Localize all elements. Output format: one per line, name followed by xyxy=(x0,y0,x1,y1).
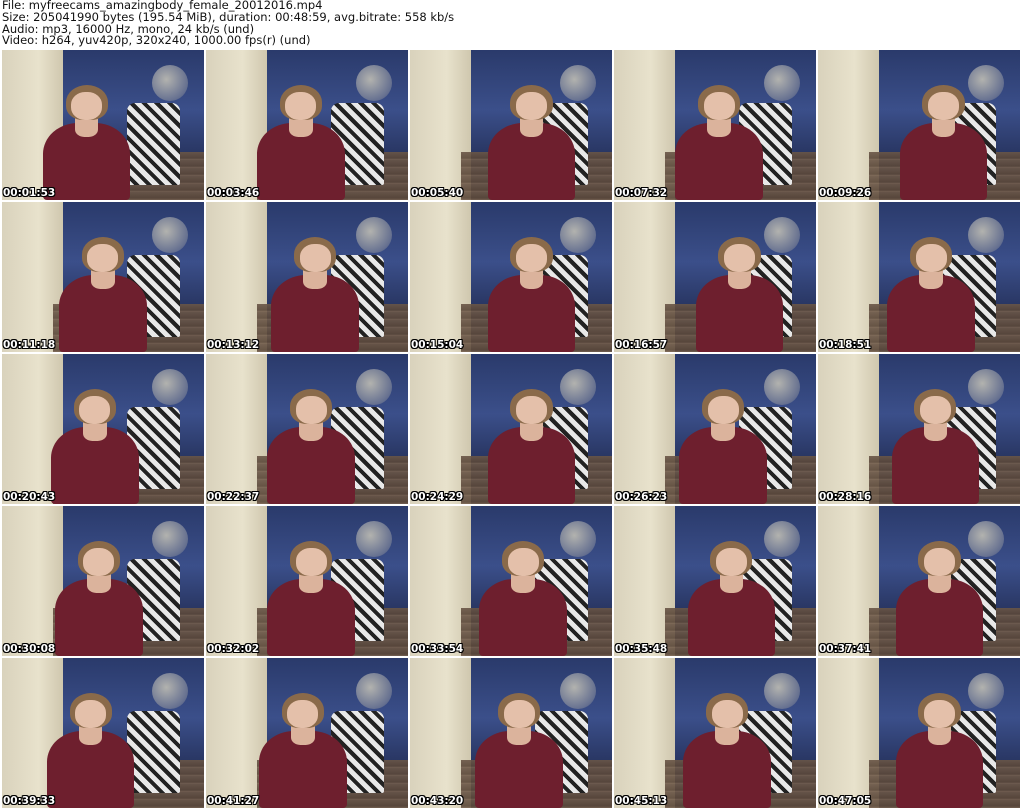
video-thumbnail: 00:11:18 xyxy=(2,202,204,352)
file-info-header: File: myfreecams_amazingbody_female_2001… xyxy=(2,0,1022,50)
person-figure xyxy=(895,83,992,200)
moon-tapestry xyxy=(763,65,800,101)
video-thumbnail: 00:41:27 xyxy=(206,658,408,808)
video-thumbnail: 00:05:40 xyxy=(410,50,612,200)
moon-tapestry xyxy=(355,673,392,709)
video-thumbnail: 00:24:29 xyxy=(410,354,612,504)
video-thumbnail: 00:16:57 xyxy=(614,202,816,352)
thumbnail-timestamp: 00:39:33 xyxy=(3,795,56,807)
thumbnail-timestamp: 00:18:51 xyxy=(819,339,872,351)
video-thumbnail: 00:28:16 xyxy=(818,354,1020,504)
thumbnail-timestamp: 00:22:37 xyxy=(207,491,260,503)
thumbnail-timestamp: 00:33:54 xyxy=(411,643,464,655)
person-figure xyxy=(483,83,580,200)
person-figure xyxy=(679,691,776,808)
thumbnail-timestamp: 00:05:40 xyxy=(411,187,464,199)
person-figure xyxy=(483,235,580,352)
thumbnail-timestamp: 00:11:18 xyxy=(3,339,56,351)
person-figure xyxy=(883,235,980,352)
thumbnail-timestamp: 00:28:16 xyxy=(819,491,872,503)
thumbnail-timestamp: 00:47:05 xyxy=(819,795,872,807)
video-thumbnail: 00:30:08 xyxy=(2,506,204,656)
moon-tapestry xyxy=(151,673,188,709)
person-figure xyxy=(887,387,984,504)
moon-tapestry xyxy=(355,369,392,405)
person-figure xyxy=(475,539,572,656)
person-figure xyxy=(42,691,139,808)
thumbnail-timestamp: 00:37:41 xyxy=(819,643,872,655)
thumbnail-timestamp: 00:13:12 xyxy=(207,339,260,351)
thumbnail-timestamp: 00:24:29 xyxy=(411,491,464,503)
moon-tapestry xyxy=(355,521,392,557)
person-figure xyxy=(267,235,364,352)
moon-tapestry xyxy=(151,65,188,101)
video-thumbnail: 00:33:54 xyxy=(410,506,612,656)
thumbnail-timestamp: 00:20:43 xyxy=(3,491,56,503)
thumbnail-timestamp: 00:41:27 xyxy=(207,795,260,807)
video-thumbnail: 00:43:20 xyxy=(410,658,612,808)
person-figure xyxy=(263,539,360,656)
person-figure xyxy=(50,539,147,656)
moon-tapestry xyxy=(151,369,188,405)
person-figure xyxy=(38,83,135,200)
video-thumbnail: 00:22:37 xyxy=(206,354,408,504)
video-thumbnail: 00:32:02 xyxy=(206,506,408,656)
person-figure xyxy=(891,539,988,656)
video-thumbnail: 00:13:12 xyxy=(206,202,408,352)
person-figure xyxy=(254,691,351,808)
thumbnail-timestamp: 00:30:08 xyxy=(3,643,56,655)
person-figure xyxy=(46,387,143,504)
moon-tapestry xyxy=(151,521,188,557)
thumbnail-timestamp: 00:45:13 xyxy=(615,795,668,807)
video-thumbnail: 00:15:04 xyxy=(410,202,612,352)
person-figure xyxy=(691,235,788,352)
video-thumbnail: 00:09:26 xyxy=(818,50,1020,200)
thumbnail-timestamp: 00:35:48 xyxy=(615,643,668,655)
thumbnail-timestamp: 00:09:26 xyxy=(819,187,872,199)
video-thumbnail: 00:01:53 xyxy=(2,50,204,200)
thumbnail-timestamp: 00:32:02 xyxy=(207,643,260,655)
video-thumbnail: 00:26:23 xyxy=(614,354,816,504)
video-thumbnail: 00:35:48 xyxy=(614,506,816,656)
thumbnail-timestamp: 00:16:57 xyxy=(615,339,668,351)
thumbnail-grid: 00:01:53 00:03:46 00:05:40 00:07:32 00:09:26… xyxy=(2,50,1022,811)
person-figure xyxy=(483,387,580,504)
person-figure xyxy=(671,83,768,200)
person-figure xyxy=(683,539,780,656)
video-thumbnail: 00:39:33 xyxy=(2,658,204,808)
person-figure xyxy=(891,691,988,808)
moon-tapestry xyxy=(355,65,392,101)
video-thumbnail: 00:07:32 xyxy=(614,50,816,200)
thumbnail-timestamp: 00:03:46 xyxy=(207,187,260,199)
video-info-line: Video: h264, yuv420p, 320x240, 1000.00 f… xyxy=(2,33,311,48)
person-figure xyxy=(252,83,349,200)
video-thumbnail: 00:03:46 xyxy=(206,50,408,200)
video-thumbnail: 00:47:05 xyxy=(818,658,1020,808)
thumbnail-timestamp: 00:26:23 xyxy=(615,491,668,503)
thumbnail-timestamp: 00:15:04 xyxy=(411,339,464,351)
thumbnail-timestamp: 00:01:53 xyxy=(3,187,56,199)
person-figure xyxy=(55,235,152,352)
video-thumbnail: 00:18:51 xyxy=(818,202,1020,352)
thumbnail-timestamp: 00:07:32 xyxy=(615,187,668,199)
video-thumbnail: 00:37:41 xyxy=(818,506,1020,656)
video-thumbnail: 00:45:13 xyxy=(614,658,816,808)
thumbnail-timestamp: 00:43:20 xyxy=(411,795,464,807)
person-figure xyxy=(471,691,568,808)
moon-tapestry xyxy=(151,217,188,253)
person-figure xyxy=(263,387,360,504)
video-thumbnail: 00:20:43 xyxy=(2,354,204,504)
person-figure xyxy=(675,387,772,504)
